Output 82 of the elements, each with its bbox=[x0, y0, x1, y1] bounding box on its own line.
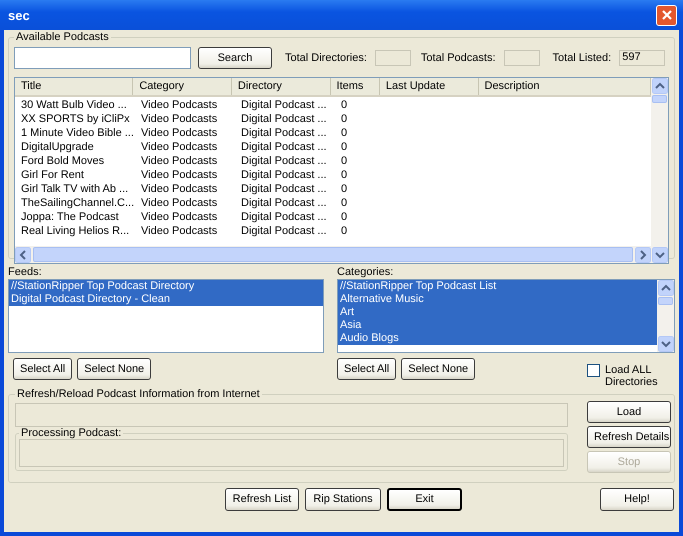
table-cell-text: Digital Podcast ... bbox=[240, 98, 328, 112]
table-cell-text: 1 Minute Video Bible ... bbox=[20, 126, 135, 140]
list-item[interactable]: Audio Blogs bbox=[338, 332, 657, 345]
table-cell-text: Video Podcasts bbox=[140, 98, 218, 112]
select-button[interactable]: Select All bbox=[13, 358, 72, 380]
table-cell-text: Girl For Rent bbox=[20, 168, 85, 182]
table-cell-text: 0 bbox=[340, 154, 348, 168]
table-cell-text: Digital Podcast ... bbox=[240, 140, 328, 154]
footer-button[interactable]: Exit bbox=[387, 488, 462, 510]
stat-label: Total Directories: bbox=[285, 52, 367, 64]
column-header[interactable]: Directory bbox=[232, 78, 331, 95]
table-cell-text: Digital Podcast ... bbox=[240, 196, 328, 210]
table-cell-text: Video Podcasts bbox=[140, 154, 218, 168]
table-cell-text: Video Podcasts bbox=[140, 112, 218, 126]
table-cell-text: Real Living Helios R... bbox=[20, 224, 130, 238]
table-cell-text: Digital Podcast ... bbox=[240, 112, 328, 126]
stat-value: 597 bbox=[619, 50, 666, 66]
select-button[interactable]: Select All bbox=[337, 358, 396, 380]
table-cell-text: Digital Podcast ... bbox=[240, 210, 328, 224]
stat-label: Total Podcasts: bbox=[420, 52, 496, 64]
table-cell-text: Digital Podcast ... bbox=[240, 154, 328, 168]
footer-button[interactable]: Refresh List bbox=[225, 488, 299, 510]
list-item[interactable]: Art bbox=[338, 306, 657, 319]
table-cell-text: Digital Podcast ... bbox=[240, 168, 328, 182]
checkbox[interactable] bbox=[587, 364, 600, 377]
table-cell-text: Video Podcasts bbox=[140, 196, 218, 210]
categories-label: Categories: bbox=[337, 265, 394, 279]
window-title: sec bbox=[7, 8, 31, 22]
select-button[interactable]: Select None bbox=[77, 358, 152, 380]
table-cell-text: 0 bbox=[340, 196, 348, 210]
table-cell-text: Girl Talk TV with Ab ... bbox=[20, 182, 130, 196]
close-icon bbox=[660, 9, 672, 21]
table-cell-text: Video Podcasts bbox=[140, 182, 218, 196]
table-cell-text: DigitalUpgrade bbox=[20, 140, 95, 154]
column-header[interactable]: Last Update bbox=[380, 78, 478, 95]
table-cell-text: 0 bbox=[340, 140, 348, 154]
action-button[interactable]: Load bbox=[587, 401, 671, 423]
checkbox-label: Load ALL Directories bbox=[605, 364, 659, 388]
stat-label: Total Listed: bbox=[552, 52, 612, 64]
table-cell-text: 30 Watt Bulb Video ... bbox=[20, 98, 128, 112]
table-cell-text: 0 bbox=[340, 168, 348, 182]
column-header[interactable]: Items bbox=[330, 78, 380, 95]
table-cell-text: Joppa: The Podcast bbox=[20, 210, 120, 224]
select-button[interactable]: Select None bbox=[401, 358, 476, 380]
stat-value bbox=[504, 50, 540, 66]
vertical-scrollbar[interactable] bbox=[651, 78, 668, 263]
table-cell-text: Video Podcasts bbox=[140, 140, 218, 154]
table-cell-text: 0 bbox=[340, 112, 348, 126]
vertical-scrollbar[interactable] bbox=[657, 280, 674, 352]
stat-value bbox=[374, 50, 411, 66]
table-cell-text: TheSailingChannel.C... bbox=[20, 196, 135, 210]
group-title: Refresh/Reload Podcast Information from Internet bbox=[16, 388, 261, 400]
list-item[interactable]: Digital Podcast Directory - Clean bbox=[9, 293, 323, 306]
footer-button[interactable]: Rip Stations bbox=[305, 488, 381, 510]
table-cell-text: 0 bbox=[340, 182, 348, 196]
table-cell-text: Video Podcasts bbox=[140, 126, 218, 140]
table-cell-text: Video Podcasts bbox=[140, 224, 218, 238]
feeds-label: Feeds: bbox=[8, 265, 43, 279]
list-item[interactable]: Asia bbox=[338, 319, 657, 332]
table-cell-text: 0 bbox=[340, 98, 348, 112]
close-button[interactable] bbox=[656, 4, 677, 26]
search-button[interactable]: Search bbox=[198, 47, 272, 69]
table-cell-text: Digital Podcast ... bbox=[240, 126, 328, 140]
table-cell-text: Digital Podcast ... bbox=[240, 224, 328, 238]
help-button[interactable]: Help! bbox=[600, 488, 674, 510]
table-cell-text: XX SPORTS by iCliPx bbox=[20, 112, 131, 126]
table-cell-text: 0 bbox=[340, 224, 348, 238]
table-cell-text: Ford Bold Moves bbox=[20, 154, 106, 168]
list-item[interactable]: //StationRipper Top Podcast Directory bbox=[9, 280, 323, 293]
list-item[interactable]: Alternative Music bbox=[338, 293, 657, 306]
table-cell-text: Video Podcasts bbox=[140, 168, 218, 182]
group-title: Processing Podcast: bbox=[20, 427, 122, 439]
table-cell-text: Digital Podcast ... bbox=[240, 182, 328, 196]
column-header[interactable]: Category bbox=[133, 78, 232, 95]
action-button[interactable]: Refresh Details bbox=[587, 426, 671, 448]
column-header[interactable]: Title bbox=[15, 78, 134, 95]
search-field[interactable] bbox=[14, 47, 191, 69]
table-cell-text: 0 bbox=[340, 126, 348, 140]
list-item[interactable]: //StationRipper Top Podcast List bbox=[338, 280, 657, 293]
table-cell-text: 0 bbox=[340, 210, 348, 224]
table-cell-text: Video Podcasts bbox=[140, 210, 218, 224]
group-title: Available Podcasts bbox=[15, 31, 110, 43]
